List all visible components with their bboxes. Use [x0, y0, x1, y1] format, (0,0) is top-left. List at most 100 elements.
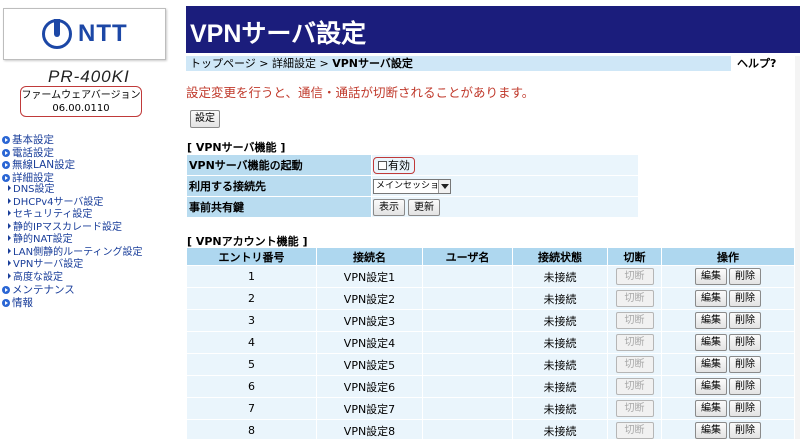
- sidebar-item[interactable]: VPNサーバ設定: [2, 259, 178, 272]
- connection-status: 未接続: [512, 309, 608, 332]
- delete-button[interactable]: 削除: [729, 400, 761, 417]
- circle-arrow-icon: [2, 298, 10, 307]
- edit-button[interactable]: 編集: [695, 334, 727, 351]
- sidebar-item-label: 詳細設定: [12, 171, 54, 184]
- entry-number: 5: [186, 353, 317, 376]
- disconnect-button[interactable]: 切断: [615, 312, 654, 329]
- sidebar-item-label: DNS設定: [13, 184, 55, 195]
- disconnect-button[interactable]: 切断: [615, 356, 654, 373]
- sidebar-item[interactable]: LAN側静的ルーティング設定: [2, 247, 178, 260]
- enable-checkbox[interactable]: 有効: [373, 156, 415, 174]
- sidebar-item-label: LAN側静的ルーティング設定: [13, 246, 143, 258]
- disconnect-button[interactable]: 切断: [615, 268, 654, 285]
- edit-button[interactable]: 編集: [695, 422, 727, 439]
- delete-button[interactable]: 削除: [729, 422, 761, 439]
- breadcrumb-links[interactable]: トップページ > 詳細設定 >: [190, 57, 332, 70]
- username: [422, 309, 513, 332]
- sidebar-item[interactable]: セキュリティ設定: [2, 209, 178, 222]
- sidebar-item[interactable]: DHCPv4サーバ設定: [2, 197, 178, 210]
- connection-name: VPN設定5: [316, 353, 423, 376]
- ntt-logo: NTT: [3, 8, 166, 60]
- delete-button[interactable]: 削除: [729, 378, 761, 395]
- disconnect-cell: 切断: [607, 331, 662, 354]
- breadcrumb: トップページ > 詳細設定 > VPNサーバ設定: [186, 56, 731, 71]
- delete-button[interactable]: 削除: [729, 334, 761, 351]
- connection-name: VPN設定2: [316, 287, 423, 310]
- firmware-version-box: ファームウェアバージョン 06.00.0110: [20, 86, 142, 117]
- disconnect-button[interactable]: 切断: [615, 400, 654, 417]
- triangle-right-icon: [8, 222, 11, 229]
- settings-button[interactable]: 設定: [190, 110, 220, 128]
- sidebar-item[interactable]: DNS設定: [2, 184, 178, 197]
- sidebar: NTT PR-400KI ファームウェアバージョン 06.00.0110 基本設…: [0, 0, 180, 439]
- username: [422, 375, 513, 398]
- table-row: 1 VPN設定1 未接続 切断 編集 削除: [186, 265, 795, 288]
- connection-name: VPN設定6: [316, 375, 423, 398]
- entry-number: 7: [186, 397, 317, 420]
- table-row: 3 VPN設定3 未接続 切断 編集 削除: [186, 309, 795, 332]
- connection-name: VPN設定8: [316, 419, 423, 439]
- sidebar-item[interactable]: 静的IPマスカレード設定: [2, 222, 178, 235]
- sidebar-item[interactable]: 無線LAN設定: [2, 159, 178, 172]
- edit-button[interactable]: 編集: [695, 400, 727, 417]
- psk-label: 事前共有鍵: [186, 196, 372, 218]
- connection-status: 未接続: [512, 331, 608, 354]
- delete-button[interactable]: 削除: [729, 290, 761, 307]
- disconnect-button[interactable]: 切断: [615, 290, 654, 307]
- sidebar-item-label: セキュリティ設定: [13, 209, 93, 220]
- username: [422, 419, 513, 439]
- disconnect-button[interactable]: 切断: [615, 378, 654, 395]
- table-row: 8 VPN設定8 未接続 切断 編集 削除: [186, 419, 795, 439]
- vertical-scrollbar[interactable]: [795, 56, 800, 439]
- circle-arrow-icon: [2, 286, 10, 294]
- vpn-server-function-table: VPNサーバ機能の起動 有効 利用する接続先 メインセッション 事前共有鍵 表示…: [186, 154, 639, 218]
- sidebar-item-label: 静的IPマスカレード設定: [13, 221, 122, 233]
- connection-status: 未接続: [512, 353, 608, 376]
- username: [422, 265, 513, 288]
- sidebar-item[interactable]: 高度な設定: [2, 272, 178, 285]
- help-link[interactable]: ヘルプ?: [731, 56, 795, 71]
- sidebar-item[interactable]: 情報: [2, 297, 178, 310]
- sidebar-item-label: 情報: [12, 296, 33, 309]
- sidebar-item-label: VPNサーバ設定: [13, 259, 84, 270]
- disconnect-button[interactable]: 切断: [615, 422, 654, 439]
- col-connection-status: 接続状態: [512, 247, 608, 266]
- circle-arrow-icon: [2, 136, 10, 144]
- chevron-down-icon[interactable]: [438, 180, 450, 193]
- sidebar-item[interactable]: 基本設定: [2, 134, 178, 147]
- delete-button[interactable]: 削除: [729, 356, 761, 373]
- connection-select[interactable]: メインセッション: [373, 179, 451, 194]
- update-psk-button[interactable]: 更新: [408, 198, 440, 216]
- delete-button[interactable]: 削除: [729, 268, 761, 285]
- circle-arrow-icon: [2, 148, 10, 157]
- sidebar-item[interactable]: メンテナンス: [2, 284, 178, 297]
- table-row: 4 VPN設定4 未接続 切断 編集 削除: [186, 331, 795, 354]
- edit-button[interactable]: 編集: [695, 312, 727, 329]
- connection-name: VPN設定4: [316, 331, 423, 354]
- checkbox-icon[interactable]: [378, 160, 387, 170]
- edit-button[interactable]: 編集: [695, 290, 727, 307]
- sidebar-item[interactable]: 電話設定: [2, 147, 178, 160]
- username: [422, 287, 513, 310]
- edit-button[interactable]: 編集: [695, 378, 727, 395]
- show-psk-button[interactable]: 表示: [373, 198, 405, 216]
- triangle-right-icon: [8, 260, 11, 266]
- sidebar-item-label: 静的NAT設定: [13, 234, 73, 245]
- table-row: 7 VPN設定7 未接続 切断 編集 削除: [186, 397, 795, 420]
- col-disconnect: 切断: [607, 247, 662, 266]
- vpn-account-table: エントリ番号 接続名 ユーザ名 接続状態 切断 操作 1 VPN設定1 未接続 切断編…: [186, 247, 795, 439]
- edit-button[interactable]: 編集: [695, 268, 727, 285]
- operation-cell: 編集 削除: [661, 397, 795, 420]
- sidebar-item[interactable]: 静的NAT設定: [2, 234, 178, 247]
- sidebar-nav: 基本設定 電話設定 無線LAN設定 詳細設定 DNS設定 DHCPv4サーバ設定 セキュリテ…: [2, 134, 178, 309]
- breadcrumb-current: VPNサーバ設定: [332, 57, 413, 70]
- entry-number: 3: [186, 309, 317, 332]
- connection-status: 未接続: [512, 397, 608, 420]
- edit-button[interactable]: 編集: [695, 356, 727, 373]
- disconnect-button[interactable]: 切断: [615, 334, 654, 351]
- circle-arrow-icon: [2, 161, 10, 169]
- delete-button[interactable]: 削除: [729, 312, 761, 329]
- table-row: 5 VPN設定5 未接続 切断 編集 削除: [186, 353, 795, 376]
- sidebar-item[interactable]: 詳細設定: [2, 172, 178, 185]
- sidebar-item-label: 無線LAN設定: [12, 159, 76, 171]
